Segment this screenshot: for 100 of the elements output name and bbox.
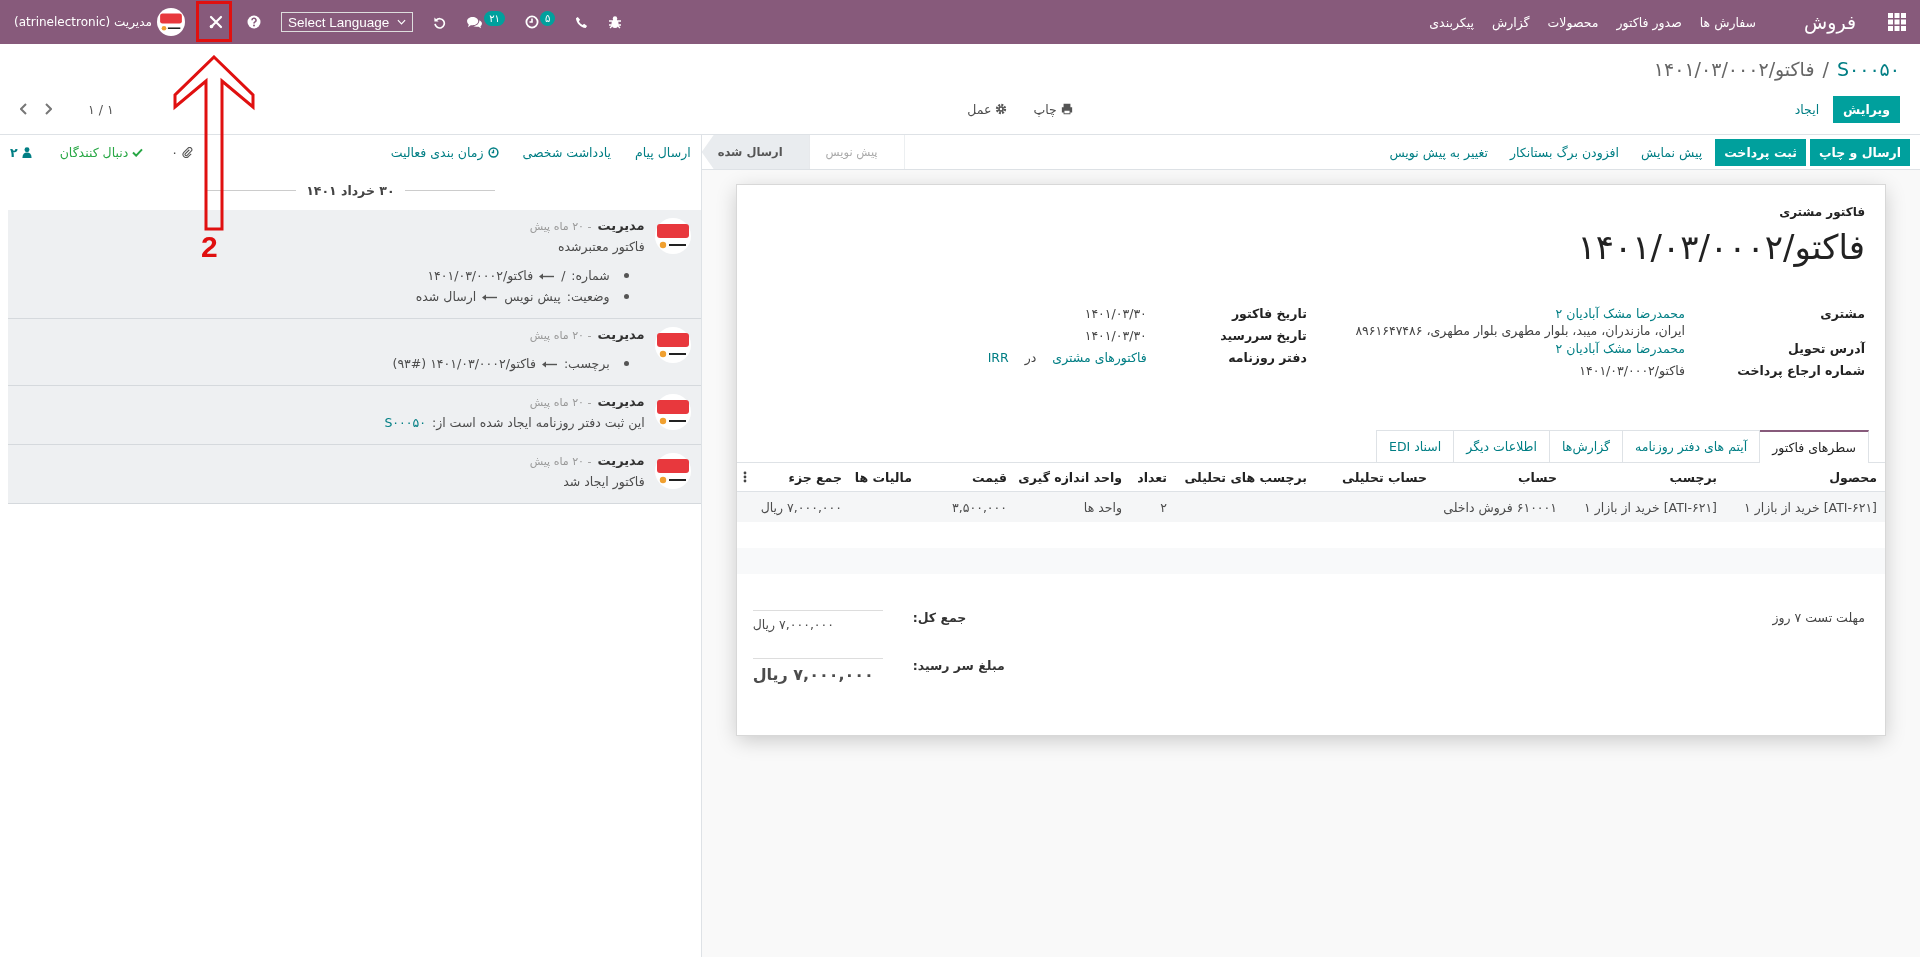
activity-count-badge: ۵ — [540, 10, 556, 26]
field-value: ۱۴۰۱/۰۳/۳۰ — [1084, 328, 1147, 343]
status-stage[interactable]: ارسال شده — [701, 135, 810, 169]
column-header[interactable]: قیمت — [920, 469, 1015, 485]
field-value: ۱۴۰۱/۰۳/۳۰ — [1084, 306, 1147, 321]
message-text: فاکتور ایجاد شد — [563, 474, 645, 489]
previous-icon[interactable] — [20, 103, 28, 115]
menu-item[interactable]: پیکربندی — [1429, 14, 1474, 30]
message-author: مدیریت — [597, 453, 645, 468]
next-icon[interactable] — [44, 103, 52, 115]
menu-item[interactable]: سفارش ها — [1699, 14, 1757, 30]
annotation-number: 2 — [201, 232, 218, 262]
caret-icon — [397, 19, 407, 25]
help-icon[interactable] — [246, 15, 261, 29]
action-button[interactable]: پیش نمایش — [1632, 138, 1712, 166]
attachment-count[interactable]: ۰ — [171, 144, 179, 160]
message-author: مدیریت — [597, 394, 645, 409]
avatar-icon — [156, 8, 185, 36]
chatter-button[interactable]: یادداشت شخصی — [522, 144, 611, 160]
message-count-badge: ۲۱ — [484, 10, 505, 26]
menu-item[interactable]: گزارش — [1491, 14, 1530, 30]
column-header[interactable]: برچسب — [1565, 469, 1725, 485]
field-value[interactable]: فاکتورهای مشتری — [1052, 350, 1147, 365]
column-header[interactable]: برچسب های تحلیلی — [1175, 469, 1315, 485]
edit-button[interactable]: ویرایش — [1833, 95, 1900, 123]
record-link[interactable]: S۰۰۰۵۰ — [384, 415, 426, 430]
field-label: شماره ارجاع پرداخت — [1736, 362, 1865, 378]
notebook-tab[interactable]: اسناد EDI — [1376, 430, 1455, 462]
breadcrumb-separator: / — [1822, 58, 1829, 80]
column-header[interactable]: حساب — [1435, 469, 1565, 485]
user-icon — [21, 146, 32, 158]
total-label: مبلغ سر رسید: — [912, 658, 1005, 673]
currency-link[interactable]: IRR — [987, 350, 1009, 365]
column-header[interactable]: واحد اندازه گیری — [1015, 469, 1130, 485]
tracking-field: وضعیت: — [566, 289, 610, 304]
field-label: دفتر روزنامه — [1227, 349, 1307, 365]
column-header[interactable]: حساب تحلیلی — [1315, 469, 1435, 485]
tracking-new-value: فاکتو/۱۴۰۱/۰۳/۰۰۰۲ (#۹۳) — [392, 356, 536, 371]
table-cell-text: ۷,۰۰۰,۰۰۰ ریال — [759, 499, 843, 515]
paperclip-icon — [182, 146, 194, 158]
chatter-button[interactable]: ارسال پیام — [635, 144, 691, 160]
tracking-new-value: فاکتو/۱۴۰۱/۰۳/۰۰۰۲ — [427, 268, 534, 283]
message-time: - ۲۰ ماه پیش — [529, 396, 592, 409]
table-cell-text: ۶۱۰۰۰۱ فروش داخلی — [1442, 499, 1558, 515]
breadcrumb-item[interactable]: فاکتو/۱۴۰۱/۰۳/۰۰۰۲ — [1653, 58, 1815, 80]
field-value[interactable]: محمدرضا مشک آبادیان ۲ — [1355, 306, 1685, 321]
followers-count[interactable]: ۲ — [10, 144, 18, 160]
arrow-icon — [482, 292, 499, 301]
tools-icon[interactable] — [208, 15, 223, 29]
app-name[interactable]: فروش — [1804, 11, 1856, 33]
printer-icon — [1060, 103, 1073, 115]
menu-item[interactable]: محصولات — [1547, 14, 1599, 30]
avatar-icon — [654, 218, 691, 254]
column-header[interactable]: مالیات ها — [850, 469, 920, 485]
menu-dropdown[interactable]: چاپ — [1033, 101, 1057, 117]
avatar-icon — [654, 394, 691, 430]
tracking-field: برچسب: — [563, 356, 610, 371]
bug-icon[interactable] — [608, 15, 623, 29]
field-label: آدرس تحویل — [1787, 340, 1865, 356]
message-time: - ۲۰ ماه پیش — [529, 220, 592, 233]
gear-icon — [995, 103, 1008, 115]
refresh-icon[interactable] — [433, 15, 447, 29]
breadcrumb-item[interactable]: S۰۰۰۵۰ — [1836, 58, 1900, 80]
column-options-icon[interactable] — [742, 471, 747, 483]
column-header[interactable]: محصول — [1725, 469, 1885, 485]
user-name[interactable]: مدیریت (atrinelectronic) — [14, 15, 152, 29]
menu-item[interactable]: صدور فاکتور — [1616, 14, 1682, 30]
chat-bubbles-icon[interactable] — [466, 15, 484, 29]
message-author: مدیریت — [597, 327, 645, 342]
avatar-icon — [654, 453, 691, 489]
clock-icon[interactable] — [525, 15, 539, 29]
action-button[interactable]: افزودن برگ بستانکار — [1500, 138, 1629, 166]
action-button[interactable]: ثبت پرداخت — [1715, 138, 1806, 166]
follow-button[interactable]: دنبال کنندگان — [59, 144, 129, 160]
column-header[interactable]: جمع جزء — [752, 469, 850, 485]
column-header[interactable]: تعداد — [1130, 469, 1175, 485]
message-author: مدیریت — [597, 218, 645, 233]
apps-menu-icon[interactable] — [1888, 13, 1906, 31]
arrow-icon — [539, 271, 556, 280]
pager-value: ۱ / ۱ — [88, 101, 114, 117]
date-separator: ۳۰ خرداد ۱۴۰۱ — [306, 182, 395, 198]
action-button[interactable]: تغییر به پیش نویس — [1380, 138, 1497, 166]
tracking-old-value: / — [561, 268, 566, 283]
table-cell-text: واحد ها — [1082, 499, 1123, 515]
highlight-frame — [196, 1, 232, 42]
notebook-tab[interactable]: سطرهای فاکتور — [1759, 430, 1869, 463]
joiner-text: در — [1024, 350, 1037, 365]
address-text: ایران، مازندران، میبد، بلوار مطهری بلوار مطهری، ۸۹۶۱۶۴۷۴۸۶ — [1355, 323, 1685, 338]
create-button[interactable]: ایجاد — [1784, 95, 1830, 123]
field-value[interactable]: محمدرضا مشک آبادیان ۲ — [1555, 341, 1685, 356]
chatter-button[interactable]: زمان بندی فعالیت — [390, 144, 484, 160]
field-label: مشتری — [1819, 305, 1865, 321]
language-select[interactable]: Select Language — [280, 12, 414, 32]
action-button[interactable]: ارسال و چاپ — [1809, 138, 1910, 166]
tracking-new-value: ارسال شده — [415, 289, 477, 304]
phone-icon[interactable] — [575, 15, 589, 29]
table-cell-text: ۳,۵۰۰,۰۰۰ — [951, 499, 1008, 515]
tracking-field: شماره: — [571, 268, 610, 283]
invoice-type: فاکتور مشتری — [1778, 205, 1865, 219]
menu-dropdown[interactable]: عمل — [967, 101, 992, 117]
